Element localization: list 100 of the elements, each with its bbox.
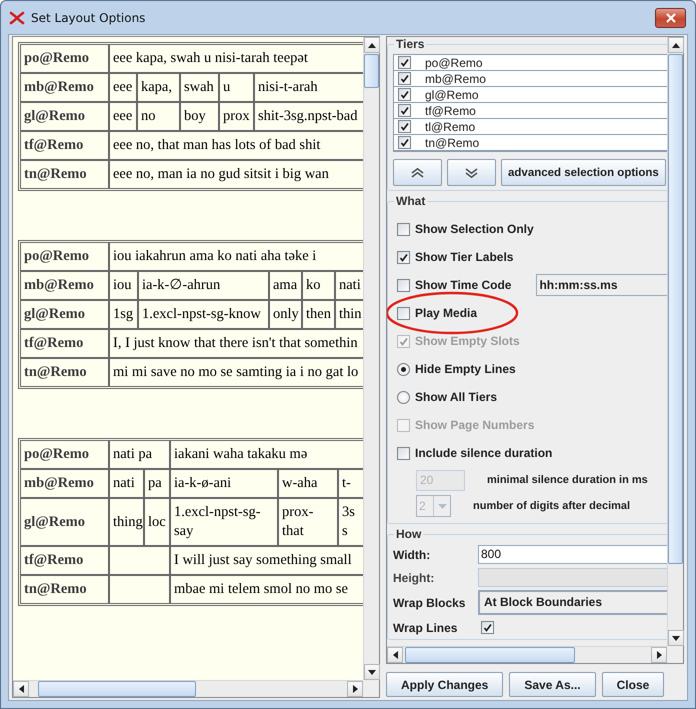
option-label: Show Tier Labels	[415, 250, 514, 264]
tier-label: tn@Remo	[20, 575, 109, 604]
tier-name[interactable]: po@Remo	[425, 56, 483, 70]
option-label: Show Time Code	[415, 278, 512, 292]
triangle-down-icon	[368, 670, 376, 674]
scroll-up-button[interactable]	[668, 37, 684, 53]
triangle-right-icon	[656, 651, 662, 659]
scroll-thumb[interactable]	[364, 54, 379, 88]
checkbox[interactable]	[398, 56, 411, 69]
check-icon	[483, 623, 492, 632]
table-cell: ia-k-ø-ani	[170, 469, 278, 498]
checkbox[interactable]	[397, 306, 410, 320]
field-label: Height:	[393, 570, 436, 584]
check-icon	[399, 336, 408, 346]
tier-name[interactable]: tf@Remo	[425, 104, 476, 118]
tier-label: tn@Remo	[20, 160, 109, 189]
tier-label: mb@Remo	[20, 73, 109, 102]
table-cell: I, I just know that there isn't that somethin	[109, 329, 363, 358]
advanced-selection-button[interactable]: advanced selection options	[501, 159, 666, 186]
scroll-right-button[interactable]	[651, 647, 667, 663]
tier-label: tf@Remo	[20, 546, 109, 575]
scroll-thumb[interactable]	[405, 647, 575, 663]
checkbox[interactable]	[397, 446, 410, 460]
vertical-scrollbar[interactable]	[667, 37, 683, 646]
table-cell: mbae mi telem smol no mo se	[170, 575, 363, 604]
field-label: Wrap Lines	[393, 620, 458, 634]
table-cell: 1.excl-npst-sg-say	[170, 498, 278, 546]
checkbox[interactable]	[397, 222, 410, 236]
triangle-up-icon	[368, 42, 376, 48]
table-cell: mi mi save no mo se samting ia i no gat lo	[109, 358, 363, 387]
scroll-left-button[interactable]	[387, 647, 403, 663]
table-cell: ko	[302, 271, 335, 300]
double-chevron-up-icon	[411, 168, 424, 178]
move-down-button[interactable]	[447, 159, 496, 186]
checkbox[interactable]	[397, 278, 410, 292]
window-title: Set Layout Options	[31, 10, 146, 24]
option-label: Show All Tiers	[415, 390, 498, 404]
scroll-down-button[interactable]	[364, 664, 380, 680]
tier-label: tf@Remo	[20, 131, 109, 160]
field-label: Width:	[393, 548, 432, 562]
scroll-right-button[interactable]	[347, 681, 363, 697]
table-cell: loc	[144, 498, 170, 546]
radio-button[interactable]	[397, 390, 410, 404]
tier-label: tf@Remo	[20, 329, 109, 358]
scroll-up-button[interactable]	[364, 37, 380, 53]
dialog-button[interactable]: Close	[602, 672, 664, 697]
checkbox[interactable]	[398, 120, 411, 133]
triangle-up-icon	[672, 42, 680, 48]
table-cell: no	[137, 102, 180, 131]
scroll-thumb[interactable]	[38, 681, 196, 697]
checkbox[interactable]	[398, 72, 411, 85]
scroll-down-button[interactable]	[668, 630, 684, 646]
table-cell: 1.excl-npst-sg-know	[138, 300, 269, 329]
checkbox[interactable]	[397, 250, 410, 264]
triangle-down-icon	[672, 636, 680, 640]
close-button[interactable]	[655, 8, 686, 28]
vertical-scrollbar[interactable]	[363, 37, 379, 680]
field-label: minimal silence duration in ms	[487, 474, 648, 486]
table-cell: eee	[109, 102, 137, 131]
dialog-button[interactable]: Apply Changes	[386, 672, 504, 697]
table-cell: 1sg	[109, 300, 138, 329]
double-chevron-down-icon	[465, 168, 478, 178]
tier-name[interactable]: tn@Remo	[425, 136, 480, 150]
table-cell: I will just say something small	[170, 546, 363, 575]
table-cell: prox	[219, 102, 254, 131]
scroll-left-button[interactable]	[13, 681, 29, 697]
group-title: What	[395, 194, 426, 208]
field-label: number of digits after decimal	[473, 500, 630, 512]
input-field[interactable]: 800	[478, 545, 667, 564]
dropdown-arrow-icon	[438, 504, 446, 508]
dialog-button[interactable]: Save As...	[509, 672, 596, 697]
tier-name[interactable]: mb@Remo	[425, 72, 486, 86]
tier-label: po@Remo	[20, 44, 109, 73]
tier-name[interactable]: tl@Remo	[425, 120, 476, 134]
scroll-thumb[interactable]	[668, 54, 683, 564]
horizontal-scrollbar[interactable]	[387, 646, 667, 663]
tier-label: gl@Remo	[20, 102, 109, 131]
table-cell: nati pa	[109, 440, 170, 469]
option-label: Play Media	[415, 306, 478, 320]
tier-name[interactable]: gl@Remo	[425, 88, 479, 102]
table-cell: then	[302, 300, 335, 329]
close-icon	[666, 12, 676, 22]
tier-label: tn@Remo	[20, 358, 109, 387]
table-cell: only	[269, 300, 302, 329]
checkbox[interactable]	[481, 621, 494, 634]
checkbox[interactable]	[398, 88, 411, 101]
dropdown[interactable]: At Block Boundaries	[478, 590, 667, 615]
radio-button[interactable]	[397, 362, 410, 376]
horizontal-scrollbar[interactable]	[13, 680, 363, 697]
time-format-field[interactable]: hh:mm:ss.ms	[536, 274, 667, 296]
option-label: Show Page Numbers	[415, 418, 534, 432]
checkbox[interactable]	[398, 136, 411, 149]
move-up-button[interactable]	[393, 159, 442, 186]
checkbox[interactable]	[398, 104, 411, 117]
table-cell: eee	[109, 73, 137, 102]
tier-label: mb@Remo	[20, 271, 109, 300]
option-label: Hide Empty Lines	[415, 362, 516, 376]
table-cell: iakani waha takaku mə	[170, 440, 363, 469]
table-cell: w-aha	[278, 469, 338, 498]
table-cell: iou iakahrun ama ko nati aha təke i	[109, 242, 363, 271]
